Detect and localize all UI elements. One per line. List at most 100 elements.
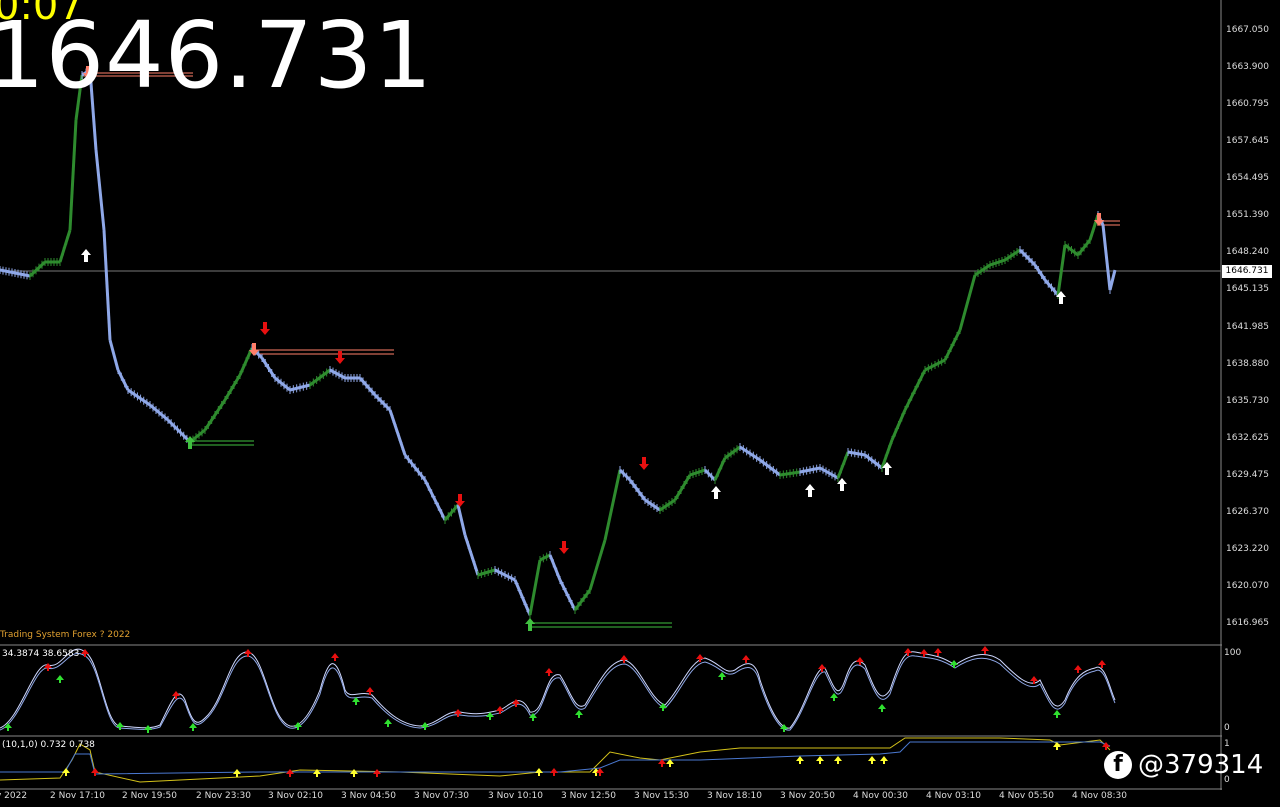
price-axis-tick: 1651.390 bbox=[1226, 210, 1269, 221]
price-axis-tick: 1620.070 bbox=[1226, 581, 1269, 592]
price-segment bbox=[358, 377, 377, 396]
sell-arrow-icon bbox=[559, 541, 569, 554]
indicator2-up-dot bbox=[1053, 742, 1061, 750]
indicator-buy-dot bbox=[1053, 710, 1061, 718]
time-axis-tick: 2 Nov 19:50 bbox=[122, 791, 177, 801]
buy-arrow-icon bbox=[81, 249, 91, 262]
price-segment bbox=[689, 468, 706, 477]
sell-arrow-icon bbox=[335, 351, 345, 364]
price-segment bbox=[513, 579, 532, 616]
price-axis-tick: 1629.475 bbox=[1226, 469, 1269, 480]
price-segment bbox=[116, 369, 130, 391]
time-axis-tick: 2 Nov 23:30 bbox=[196, 791, 251, 801]
price-segment bbox=[703, 468, 717, 482]
indicator2-up-dot bbox=[796, 756, 804, 764]
level-lines bbox=[82, 72, 1120, 628]
price-segment bbox=[223, 374, 242, 401]
price-segment bbox=[329, 368, 346, 380]
time-axis-tick: 4 Nov 05:50 bbox=[999, 791, 1054, 801]
watermark-handle: @379314 bbox=[1138, 750, 1264, 780]
indicator2-up-dot bbox=[816, 756, 824, 764]
indicator-sell-dot bbox=[496, 706, 504, 714]
current-price-display: 1646.731 bbox=[0, 2, 433, 109]
indicator-sell-dot bbox=[1074, 665, 1082, 673]
price-segment bbox=[573, 589, 592, 611]
indicator-sell-dot bbox=[696, 654, 704, 662]
time-axis-tick: 4 Nov 08:30 bbox=[1072, 791, 1127, 801]
time-axis-tick: 3 Nov 07:30 bbox=[414, 791, 469, 801]
price-segment bbox=[847, 450, 866, 457]
price-segment bbox=[58, 229, 72, 263]
indicator-buy-dot bbox=[830, 693, 838, 701]
price-line bbox=[0, 66, 1117, 619]
indicator2-up-dot bbox=[880, 756, 888, 764]
price-segment bbox=[588, 539, 607, 591]
time-axis-tick: 3 Nov 20:50 bbox=[780, 791, 835, 801]
buy-level-arrow-icon bbox=[525, 618, 535, 631]
indicator-buy-dot bbox=[718, 672, 726, 680]
indicator-sell-dot bbox=[331, 653, 339, 661]
watermark: f @379314 bbox=[1104, 750, 1263, 780]
price-segment bbox=[724, 445, 741, 460]
indicator-buy-dot bbox=[384, 719, 392, 727]
price-axis-tick: 1657.645 bbox=[1226, 136, 1269, 147]
price-segment bbox=[558, 579, 577, 611]
price-segment bbox=[864, 453, 883, 470]
indicator-buy-dot bbox=[878, 704, 886, 712]
price-segment bbox=[1108, 269, 1117, 291]
price-segment bbox=[989, 258, 1006, 267]
time-axis-tick: 3 Nov 12:50 bbox=[561, 791, 616, 801]
price-segment bbox=[713, 457, 727, 481]
indicator1-values: 34.3874 38.6583 bbox=[2, 649, 80, 659]
price-segment bbox=[274, 376, 291, 392]
indicator-sell-dot bbox=[981, 646, 989, 654]
price-segment bbox=[618, 468, 632, 482]
trading-chart[interactable] bbox=[0, 0, 1280, 807]
price-segment bbox=[644, 498, 661, 512]
indicator1-scale-bottom: 0 bbox=[1224, 723, 1230, 733]
indicator1-panel bbox=[0, 646, 1116, 733]
time-axis-tick: 4 Nov 00:30 bbox=[853, 791, 908, 801]
buy-arrow-icon bbox=[805, 484, 815, 497]
indicator2-down-dot bbox=[373, 769, 381, 777]
indicator2-up-dot bbox=[868, 756, 876, 764]
time-axis-tick: 2 Nov 17:10 bbox=[50, 791, 105, 801]
price-segment bbox=[836, 451, 850, 479]
indicator2-panel bbox=[0, 737, 1111, 783]
indicator2-up-dot bbox=[62, 768, 70, 776]
price-segment bbox=[958, 274, 977, 331]
price-segment bbox=[673, 474, 692, 501]
indicator-sell-dot bbox=[44, 663, 52, 671]
indicator2-values: (10,1,0) 0.732 0.738 bbox=[2, 740, 95, 750]
price-segment bbox=[528, 559, 542, 616]
price-segment bbox=[477, 568, 496, 577]
indicator-sell-dot bbox=[856, 657, 864, 665]
price-axis-tick: 1654.495 bbox=[1226, 173, 1269, 184]
price-axis-tick: 1663.900 bbox=[1226, 62, 1269, 73]
indicator-buy-dot bbox=[575, 710, 583, 718]
time-axis-tick: 4 Nov 03:10 bbox=[926, 791, 981, 801]
price-segment bbox=[603, 469, 622, 541]
price-axis-tick: 1667.050 bbox=[1226, 25, 1269, 35]
price-segment bbox=[628, 479, 647, 501]
price-segment bbox=[539, 553, 551, 562]
price-segment bbox=[1004, 248, 1021, 262]
facebook-icon: f bbox=[1104, 751, 1132, 779]
indicator-buy-dot bbox=[144, 725, 152, 733]
time-axis-tick: 3 Nov 10:10 bbox=[488, 791, 543, 801]
indicator2-down-dot bbox=[91, 768, 99, 776]
price-segment bbox=[28, 260, 47, 278]
indicator-sell-dot bbox=[742, 655, 750, 663]
indicator-buy-dot bbox=[294, 722, 302, 730]
price-segment bbox=[1033, 264, 1047, 281]
time-axis-tick: 3 Nov 18:10 bbox=[707, 791, 762, 801]
price-axis-tick: 1645.135 bbox=[1226, 284, 1269, 295]
indicator2-up-dot bbox=[233, 769, 241, 777]
price-segment bbox=[974, 263, 991, 277]
price-segment bbox=[659, 498, 676, 512]
price-axis-tick: 1660.795 bbox=[1226, 99, 1269, 110]
brand-label: Trading System Forex ? 2022 bbox=[0, 630, 131, 640]
time-axis-tick: 3 Nov 15:30 bbox=[634, 791, 689, 801]
indicator2-down-dot bbox=[550, 768, 558, 776]
indicator2-scale-top: 1 bbox=[1224, 739, 1230, 749]
